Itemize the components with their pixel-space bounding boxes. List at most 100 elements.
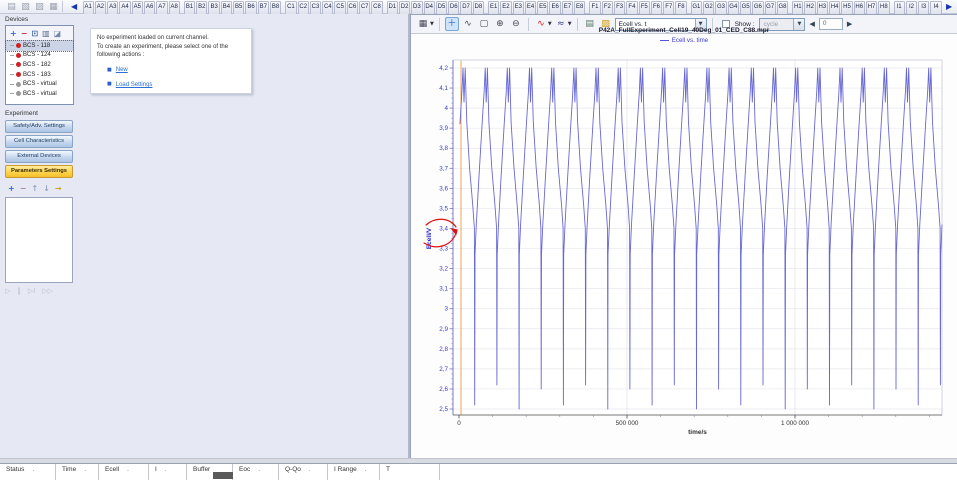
channel-tab-B5[interactable]: B5 — [233, 1, 244, 14]
channel-tab-E5[interactable]: E5 — [537, 1, 548, 14]
channel-tab-H4[interactable]: H4 — [829, 1, 840, 14]
channel-tab-H6[interactable]: H6 — [854, 1, 865, 14]
next-technique-icon[interactable]: ▷I — [28, 287, 35, 295]
channel-tab-D5[interactable]: D5 — [436, 1, 447, 14]
channel-tab-E2[interactable]: E2 — [500, 1, 511, 14]
experiment-button-1[interactable]: Cell Characteristics — [5, 135, 73, 148]
channel-tab-G6[interactable]: G6 — [752, 1, 763, 14]
device-table-icon[interactable]: ▥ — [42, 27, 50, 40]
channel-tab-D1[interactable]: D1 — [387, 1, 398, 14]
new-experiment-link[interactable]: New — [116, 66, 128, 75]
add-device-icon[interactable]: + — [10, 27, 17, 40]
channel-tab-D4[interactable]: D4 — [424, 1, 435, 14]
channel-tab-B1[interactable]: B1 — [184, 1, 195, 14]
tab-scroll-left-icon[interactable]: ◀ — [71, 2, 77, 12]
channel-tab-H5[interactable]: H5 — [841, 1, 852, 14]
channel-tab-H2[interactable]: H2 — [804, 1, 815, 14]
channel-tab-A4[interactable]: A4 — [119, 1, 130, 14]
channel-tab-A1[interactable]: A1 — [83, 1, 94, 14]
channel-tab-B8[interactable]: B8 — [270, 1, 281, 14]
channel-tab-A7[interactable]: A7 — [156, 1, 167, 14]
channel-tab-E4[interactable]: E4 — [525, 1, 536, 14]
channel-tab-G8[interactable]: G8 — [777, 1, 788, 14]
channel-tab-F3[interactable]: F3 — [614, 1, 625, 14]
channel-tab-G2[interactable]: G2 — [703, 1, 714, 14]
channel-tab-H1[interactable]: H1 — [792, 1, 803, 14]
move-up-icon[interactable]: ↑ — [31, 182, 38, 195]
modify-parameter-icon[interactable]: → — [55, 182, 62, 195]
channel-tab-A5[interactable]: A5 — [132, 1, 143, 14]
import-settings-icon[interactable]: ▨ — [33, 1, 46, 13]
move-down-icon[interactable]: ↓ — [43, 182, 50, 195]
channel-tab-D7[interactable]: D7 — [460, 1, 471, 14]
channel-tab-G4[interactable]: G4 — [728, 1, 739, 14]
device-item-5[interactable]: BCS - virtual — [6, 89, 73, 99]
channel-tab-F4[interactable]: F4 — [626, 1, 637, 14]
channel-tab-A6[interactable]: A6 — [144, 1, 155, 14]
channel-tab-F2[interactable]: F2 — [602, 1, 613, 14]
channel-tab-F6[interactable]: F6 — [651, 1, 662, 14]
channel-tab-C2[interactable]: C2 — [298, 1, 309, 14]
channel-tab-C3[interactable]: C3 — [310, 1, 321, 14]
skip-sequence-icon[interactable]: ▷▷ — [42, 287, 53, 295]
channel-tab-G5[interactable]: G5 — [740, 1, 751, 14]
channel-tab-F8[interactable]: F8 — [675, 1, 686, 14]
channel-tab-E7[interactable]: E7 — [562, 1, 573, 14]
new-settings-icon[interactable]: ▤ — [5, 1, 18, 13]
channel-tab-B7[interactable]: B7 — [258, 1, 269, 14]
channel-tab-D2[interactable]: D2 — [399, 1, 410, 14]
channel-tab-C7[interactable]: C7 — [359, 1, 370, 14]
channel-tab-I2[interactable]: I2 — [906, 1, 917, 14]
channel-tab-G7[interactable]: G7 — [765, 1, 776, 14]
channel-tab-A3[interactable]: A3 — [107, 1, 118, 14]
experiment-button-2[interactable]: External Devices — [5, 150, 73, 163]
experiment-button-3[interactable]: Parameters Settings — [5, 165, 73, 178]
channel-tab-C8[interactable]: C8 — [371, 1, 382, 14]
channel-tab-D8[interactable]: D8 — [473, 1, 484, 14]
channel-tab-G3[interactable]: G3 — [715, 1, 726, 14]
channel-tab-C5[interactable]: C5 — [334, 1, 345, 14]
channel-tab-H3[interactable]: H3 — [817, 1, 828, 14]
device-item-0[interactable]: BCS - 118 — [6, 41, 73, 51]
channel-tab-H7[interactable]: H7 — [866, 1, 877, 14]
channel-tab-D6[interactable]: D6 — [448, 1, 459, 14]
device-item-4[interactable]: BCS - virtual — [6, 79, 73, 89]
add-parameter-icon[interactable]: + — [8, 182, 15, 195]
channel-tab-E1[interactable]: E1 — [488, 1, 499, 14]
channel-tab-E3[interactable]: E3 — [513, 1, 524, 14]
device-item-1[interactable]: BCS - 124 — [6, 51, 73, 61]
remove-parameter-icon[interactable]: − — [20, 182, 27, 195]
channel-tab-B2[interactable]: B2 — [196, 1, 207, 14]
chart-plot-area[interactable]: 4,24,143,93,83,73,63,53,43,33,23,132,92,… — [411, 34, 956, 460]
channel-tab-B3[interactable]: B3 — [208, 1, 219, 14]
save-icon[interactable]: ▦ — [47, 1, 60, 13]
channel-tab-A8[interactable]: A8 — [169, 1, 180, 14]
tab-scroll-right-icon[interactable]: ▶ — [946, 2, 952, 12]
channel-tab-I3[interactable]: I3 — [918, 1, 929, 14]
device-folder-icon[interactable]: ◪ — [54, 27, 62, 40]
parameters-list[interactable] — [5, 197, 73, 283]
channel-tab-B6[interactable]: B6 — [245, 1, 256, 14]
run-icon[interactable]: ▷ — [5, 287, 10, 295]
load-settings-link[interactable]: Load Settings — [116, 81, 153, 90]
channel-tab-G1[interactable]: G1 — [691, 1, 702, 14]
device-config-icon[interactable]: ⊡ — [31, 27, 38, 40]
device-item-2[interactable]: BCS - 182 — [6, 60, 73, 70]
channel-tab-E6[interactable]: E6 — [549, 1, 560, 14]
channel-tab-E8[interactable]: E8 — [574, 1, 585, 14]
open-experiment-icon[interactable]: ▧ — [19, 1, 32, 13]
channel-tab-C6[interactable]: C6 — [347, 1, 358, 14]
experiment-button-0[interactable]: Safety/Adv. Settings — [5, 120, 73, 133]
channel-tab-I4[interactable]: I4 — [930, 1, 941, 14]
channel-tab-H8[interactable]: H8 — [878, 1, 889, 14]
channel-tab-I1[interactable]: I1 — [894, 1, 905, 14]
channel-tab-D3[interactable]: D3 — [411, 1, 422, 14]
channel-tab-F1[interactable]: F1 — [589, 1, 600, 14]
channel-tab-C1[interactable]: C1 — [285, 1, 296, 14]
channel-tab-F5[interactable]: F5 — [639, 1, 650, 14]
channel-tab-A2[interactable]: A2 — [95, 1, 106, 14]
channel-tab-C4[interactable]: C4 — [322, 1, 333, 14]
remove-device-icon[interactable]: − — [21, 27, 28, 40]
channel-tab-B4[interactable]: B4 — [221, 1, 232, 14]
pause-icon[interactable]: ‖ — [17, 287, 21, 295]
